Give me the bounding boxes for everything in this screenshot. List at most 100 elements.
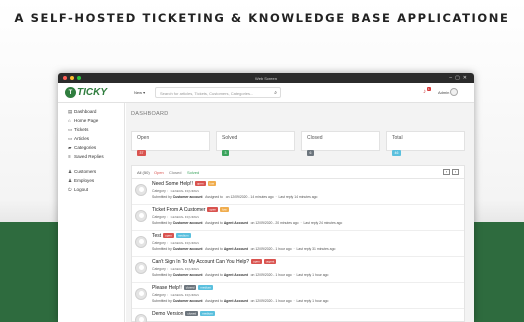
on-label: on — [250, 273, 255, 277]
card-count-badge: 6 — [307, 150, 314, 156]
sidebar-item-categories[interactable]: ▰ Categories — [58, 143, 124, 152]
ticket-title-link[interactable]: Need Some Help!! open low — [152, 180, 217, 187]
category-value: GENERAL INQUIRIES — [170, 189, 199, 193]
ticket-title: Please Help!! — [152, 285, 182, 291]
sidebar-item-label: Tickets — [74, 127, 89, 132]
card-label: Total — [392, 135, 403, 141]
prev-page-button[interactable]: ‹ — [443, 169, 450, 175]
card-count-badge: 37 — [137, 150, 146, 156]
app-header: T TICKY New ▾ Search for articles, Ticke… — [58, 83, 474, 103]
avatar[interactable] — [450, 88, 458, 96]
search-placeholder: Search for articles, Tickets, Customers,… — [160, 91, 254, 96]
status-badge: medium — [175, 232, 191, 238]
ticket-title-link[interactable]: Please Help!! closed medium — [152, 284, 214, 291]
stat-card-solved[interactable]: Solved 3 — [216, 131, 295, 156]
next-page-button[interactable]: › — [452, 169, 459, 175]
avatar — [135, 184, 147, 196]
last-reply-label: Last reply — [296, 299, 312, 303]
avatar — [135, 262, 147, 274]
sidebar-item-customers[interactable]: ♟ Customers — [58, 167, 124, 176]
ticket-title-link[interactable]: Test open medium — [152, 232, 191, 239]
last-reply: 24 minutes ago — [319, 221, 343, 225]
avatar — [135, 288, 147, 300]
ticket-category: Category : GENERAL INQUIRIES — [152, 241, 199, 245]
sidebar-item-saved-replies[interactable]: ≡ Saved Replies — [58, 152, 124, 161]
sidebar-item-logout[interactable]: ⏻ Logout — [58, 185, 124, 194]
sidebar-item-label: Categories — [74, 145, 97, 150]
submitted-by: Customer account — [172, 195, 203, 199]
category-value: GENERAL INQUIRIES — [170, 215, 199, 219]
assigned-to: Agent Account — [223, 221, 248, 225]
chevron-down-icon: ▾ — [143, 90, 146, 95]
table-row[interactable]: Test open medium Category : GENERAL INQUIRIE… — [132, 231, 464, 257]
tab-solved[interactable]: Solved — [187, 170, 199, 175]
submitted-label: Submitted by — [152, 195, 172, 199]
status-badge: open — [207, 206, 219, 212]
window-controls-icon[interactable]: –▢✕ — [449, 75, 470, 81]
user-name[interactable]: Admin — [438, 90, 449, 95]
ticket-title-link[interactable]: Demo Version closed medium — [152, 310, 215, 317]
tab-open[interactable]: Open — [154, 170, 164, 175]
ticket-date: 12/09/2020 - 1 hour ago — [255, 247, 292, 251]
sidebar-item-label: Employes — [74, 178, 95, 183]
ticket-date: 12/09/2020 - 1 hour ago — [255, 273, 292, 277]
assigned-label: Assigned to — [205, 195, 223, 199]
last-reply: 31 minutes ago — [312, 247, 336, 251]
stat-card-closed[interactable]: Closed 6 — [301, 131, 380, 156]
table-row[interactable]: Please Help!! closed medium Category : GENER… — [132, 283, 464, 309]
tab-all[interactable]: All (50) — [137, 170, 150, 175]
submitted-by: Customer account — [172, 299, 203, 303]
bell-icon[interactable]: ♪ — [423, 89, 426, 95]
ticket-title: Can't Sign In To My Account Can You Help… — [152, 259, 250, 265]
assigned-to: Agent Account — [223, 273, 248, 277]
ticket-meta: Submitted by Customer account Assigned t… — [152, 273, 329, 277]
ticket-title-link[interactable]: Can't Sign In To My Account Can You Help… — [152, 258, 277, 265]
sidebar-item-dashboard[interactable]: ▤ Dashboard — [58, 107, 124, 116]
ticket-title: Demo Version — [152, 311, 184, 317]
table-row[interactable]: Can't Sign In To My Account Can You Help… — [132, 257, 464, 283]
avatar — [135, 210, 147, 222]
ticket-date: 12/09/2020 - 14 minutes ago — [230, 195, 274, 199]
status-badge: open — [251, 258, 262, 264]
search-icon[interactable]: ⌕ — [274, 90, 277, 96]
table-row[interactable]: Demo Version closed medium — [132, 309, 464, 322]
page-title: DASHBOARD — [131, 111, 169, 117]
avatar — [135, 236, 147, 248]
table-row[interactable]: Need Some Help!! open low Category : GENERAL… — [132, 179, 464, 205]
new-label: New — [134, 90, 143, 95]
on-label: on — [250, 247, 255, 251]
on-label: on — [250, 299, 255, 303]
main-content: DASHBOARD Open 37 Solved 3 Closed 6 Tota… — [126, 103, 474, 322]
ticket-category: Category : GENERAL INQUIRIES — [152, 189, 199, 193]
sidebar-item-label: Logout — [74, 187, 89, 192]
ticket-title-link[interactable]: Ticket From A Customer open low — [152, 206, 229, 213]
sidebar-item-label: Dashboard — [74, 109, 97, 114]
avatar — [135, 314, 147, 322]
sidebar-item-label: Articles — [74, 136, 90, 141]
table-row[interactable]: Ticket From A Customer open low Category :G… — [132, 205, 464, 231]
search-input[interactable]: Search for articles, Tickets, Customers,… — [155, 87, 281, 98]
category-label: Category : — [152, 293, 168, 297]
last-reply: 1 hour ago — [312, 273, 329, 277]
assigned-label: Assigned to — [205, 273, 223, 277]
sidebar-item-tickets[interactable]: ▭ Tickets — [58, 125, 124, 134]
last-reply: 14 minutes ago — [294, 195, 318, 199]
stat-card-open[interactable]: Open 37 — [131, 131, 210, 156]
headline: A SELF-HOSTED TICKETING & KNOWLEDGE BASE… — [14, 11, 510, 25]
stat-card-total[interactable]: Total 46 — [386, 131, 465, 156]
window-title: Web Screen — [255, 75, 277, 81]
ticket-tabs: All (50) Open Closed Solved ‹ › — [132, 166, 464, 179]
status-badge: closed — [185, 310, 199, 316]
category-value: GENERAL INQUIRIES — [170, 241, 199, 245]
category-label: Category : — [152, 267, 168, 271]
window-titlebar: Web Screen –▢✕ — [58, 73, 474, 83]
sidebar-item-employes[interactable]: ♟ Employes — [58, 176, 124, 185]
logo[interactable]: T TICKY — [65, 87, 107, 98]
submitted-by: Customer account — [172, 221, 203, 225]
tab-closed[interactable]: Closed — [169, 170, 181, 175]
last-reply-label: Last reply — [278, 195, 294, 199]
sidebar-item-articles[interactable]: ▭ Articles — [58, 134, 124, 143]
assigned-label: Assigned to — [205, 299, 223, 303]
new-dropdown-button[interactable]: New ▾ — [134, 90, 145, 95]
sidebar-item-home-page[interactable]: ⌂ Home Page — [58, 116, 124, 125]
